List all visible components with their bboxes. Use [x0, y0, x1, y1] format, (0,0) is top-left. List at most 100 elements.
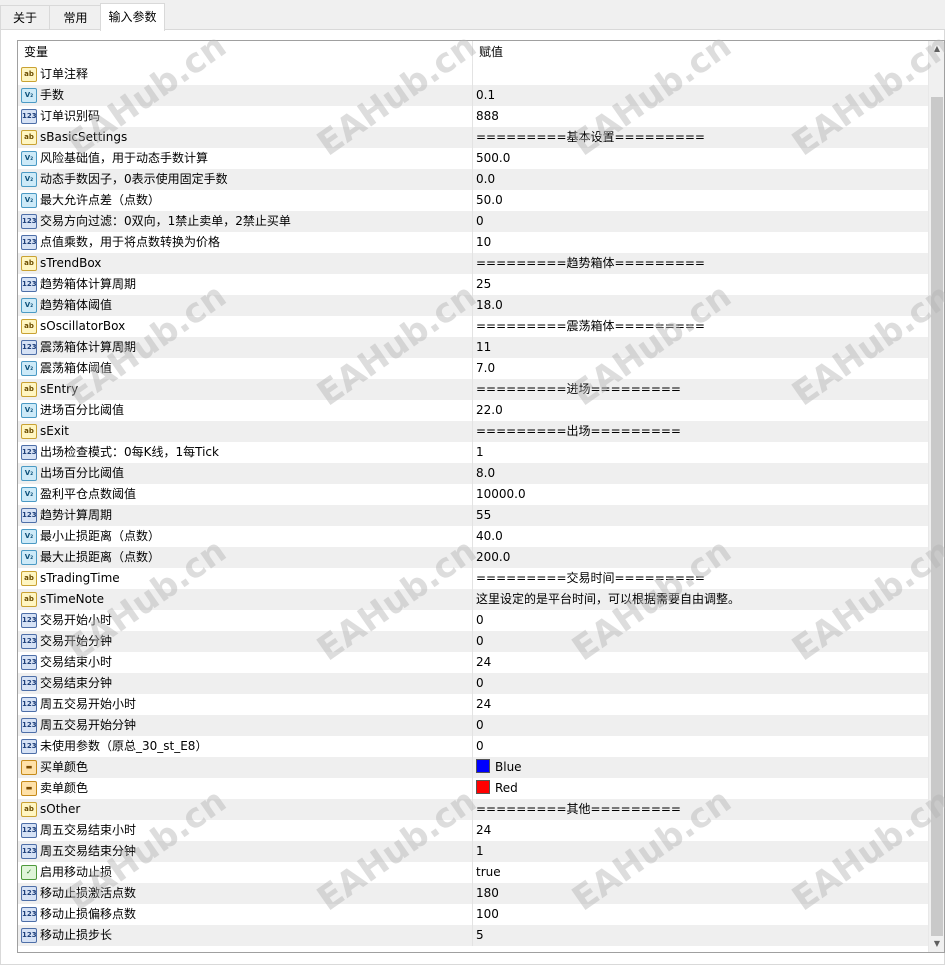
scroll-down-icon[interactable]: ▼ [929, 936, 944, 952]
tab-common[interactable]: 常用 [49, 5, 102, 30]
parameter-row[interactable]: 123 周五交易结束小时 24 [18, 820, 928, 841]
value-cell[interactable]: 888 [474, 106, 930, 127]
value-cell[interactable]: 8.0 [474, 463, 930, 484]
parameter-row[interactable]: 123 移动止损偏移点数 100 [18, 904, 928, 925]
parameter-row[interactable]: V₂ 进场百分比阈值 22.0 [18, 400, 928, 421]
parameter-row[interactable]: 123 出场检查模式：0每K线，1每Tick 1 [18, 442, 928, 463]
parameter-row[interactable]: V₂ 盈利平仓点数阈值 10000.0 [18, 484, 928, 505]
parameter-row[interactable]: V₂ 最大止损距离（点数） 200.0 [18, 547, 928, 568]
value-cell[interactable]: 0 [474, 610, 930, 631]
parameter-row[interactable]: 123 移动止损步长 5 [18, 925, 928, 946]
value-cell[interactable]: 500.0 [474, 148, 930, 169]
value-cell[interactable]: 22.0 [474, 400, 930, 421]
value-cell[interactable]: =========出场========= [474, 421, 930, 442]
variable-name: 趋势箱体阈值 [40, 298, 113, 312]
vertical-scrollbar[interactable]: ▲ ▼ [928, 41, 944, 952]
value-cell[interactable]: 18.0 [474, 295, 930, 316]
parameter-value: 10000.0 [476, 487, 526, 501]
tab-about[interactable]: 关于 [0, 5, 50, 30]
value-cell[interactable]: 24 [474, 820, 930, 841]
value-cell[interactable]: 这里设定的是平台时间，可以根据需要自由调整。 [474, 589, 930, 610]
parameter-row[interactable]: V₂ 动态手数因子，0表示使用固定手数 0.0 [18, 169, 928, 190]
value-cell[interactable]: 0 [474, 715, 930, 736]
parameter-row[interactable]: 123 交易开始小时 0 [18, 610, 928, 631]
value-cell[interactable]: 5 [474, 925, 930, 946]
parameter-row[interactable]: 123 交易结束分钟 0 [18, 673, 928, 694]
value-cell[interactable]: 180 [474, 883, 930, 904]
parameter-row[interactable]: V₂ 手数 0.1 [18, 85, 928, 106]
parameter-row[interactable]: ab sBasicSettings =========基本设置========= [18, 127, 928, 148]
parameter-row[interactable]: 123 趋势计算周期 55 [18, 505, 928, 526]
parameter-row[interactable]: ab sExit =========出场========= [18, 421, 928, 442]
parameter-row[interactable]: ab 订单注释 [18, 64, 928, 85]
value-cell[interactable]: =========进场========= [474, 379, 930, 400]
parameter-row[interactable]: V₂ 出场百分比阈值 8.0 [18, 463, 928, 484]
scroll-thumb[interactable] [931, 97, 943, 936]
value-cell[interactable]: 200.0 [474, 547, 930, 568]
parameter-row[interactable]: V₂ 风险基础值，用于动态手数计算 500.0 [18, 148, 928, 169]
parameter-row[interactable]: 123 周五交易开始分钟 0 [18, 715, 928, 736]
value-cell[interactable]: =========其他========= [474, 799, 930, 820]
parameter-row[interactable]: ✓ 启用移动止损 true [18, 862, 928, 883]
value-cell[interactable]: 0.0 [474, 169, 930, 190]
column-header-value[interactable]: 赋值 [473, 41, 929, 64]
parameter-row[interactable]: ab sTimeNote 这里设定的是平台时间，可以根据需要自由调整。 [18, 589, 928, 610]
value-cell[interactable]: 0 [474, 631, 930, 652]
value-cell[interactable]: Blue [474, 757, 930, 778]
value-cell[interactable]: 11 [474, 337, 930, 358]
value-cell[interactable]: 55 [474, 505, 930, 526]
value-cell[interactable]: 1 [474, 841, 930, 862]
value-cell[interactable]: 100 [474, 904, 930, 925]
value-cell[interactable]: =========震荡箱体========= [474, 316, 930, 337]
value-cell[interactable]: 1 [474, 442, 930, 463]
value-cell[interactable]: true [474, 862, 930, 883]
parameter-row[interactable]: 123 订单识别码 888 [18, 106, 928, 127]
parameter-row[interactable]: V₂ 最小止损距离（点数） 40.0 [18, 526, 928, 547]
parameter-row[interactable]: ab sEntry =========进场========= [18, 379, 928, 400]
variable-name: 盈利平仓点数阈值 [40, 487, 137, 501]
column-header-variable[interactable]: 变量 [18, 41, 473, 64]
str-type-icon: ab [21, 571, 37, 586]
parameter-row[interactable]: 123 震荡箱体计算周期 11 [18, 337, 928, 358]
parameter-row[interactable]: V₂ 趋势箱体阈值 18.0 [18, 295, 928, 316]
parameter-row[interactable]: V₂ 震荡箱体阈值 7.0 [18, 358, 928, 379]
parameter-row[interactable]: 123 未使用参数（原总_30_st_E8） 0 [18, 736, 928, 757]
value-cell[interactable]: 7.0 [474, 358, 930, 379]
scroll-up-icon[interactable]: ▲ [929, 41, 944, 57]
value-cell[interactable]: 10 [474, 232, 930, 253]
parameter-row[interactable]: V₂ 最大允许点差（点数） 50.0 [18, 190, 928, 211]
parameter-row[interactable]: ab sOther =========其他========= [18, 799, 928, 820]
value-cell[interactable]: 40.0 [474, 526, 930, 547]
value-cell[interactable]: Red [474, 778, 930, 799]
value-cell[interactable]: 0 [474, 673, 930, 694]
value-cell[interactable]: =========趋势箱体========= [474, 253, 930, 274]
parameter-row[interactable]: 123 交易开始分钟 0 [18, 631, 928, 652]
tab-inputs[interactable]: 输入参数 [100, 3, 165, 31]
value-cell[interactable]: 24 [474, 694, 930, 715]
parameter-row[interactable]: 123 点值乘数，用于将点数转换为价格 10 [18, 232, 928, 253]
parameter-row[interactable]: ab sTrendBox =========趋势箱体========= [18, 253, 928, 274]
value-cell[interactable]: 10000.0 [474, 484, 930, 505]
dbl-type-icon: V₂ [21, 487, 37, 502]
value-cell[interactable]: 24 [474, 652, 930, 673]
value-cell[interactable] [474, 64, 930, 85]
parameter-row[interactable]: ab sTradingTime =========交易时间========= [18, 568, 928, 589]
parameter-row[interactable]: 123 趋势箱体计算周期 25 [18, 274, 928, 295]
value-cell[interactable]: 0 [474, 736, 930, 757]
variable-cell: 123 交易开始小时 [18, 610, 473, 631]
parameter-row[interactable]: ▬ 卖单颜色 Red [18, 778, 928, 799]
parameter-row[interactable]: 123 周五交易开始小时 24 [18, 694, 928, 715]
value-cell[interactable]: 0.1 [474, 85, 930, 106]
value-cell[interactable]: 0 [474, 211, 930, 232]
parameter-row[interactable]: 123 周五交易结束分钟 1 [18, 841, 928, 862]
value-cell[interactable]: =========交易时间========= [474, 568, 930, 589]
value-cell[interactable]: 25 [474, 274, 930, 295]
parameter-row[interactable]: ab sOscillatorBox =========震荡箱体========= [18, 316, 928, 337]
parameter-row[interactable]: 123 交易结束小时 24 [18, 652, 928, 673]
value-cell[interactable]: 50.0 [474, 190, 930, 211]
parameter-row[interactable]: 123 移动止损激活点数 180 [18, 883, 928, 904]
parameter-row[interactable]: 123 交易方向过滤：0双向，1禁止卖单，2禁止买单 0 [18, 211, 928, 232]
value-cell[interactable]: =========基本设置========= [474, 127, 930, 148]
variable-name: 交易开始分钟 [40, 634, 113, 648]
parameter-row[interactable]: ▬ 买单颜色 Blue [18, 757, 928, 778]
